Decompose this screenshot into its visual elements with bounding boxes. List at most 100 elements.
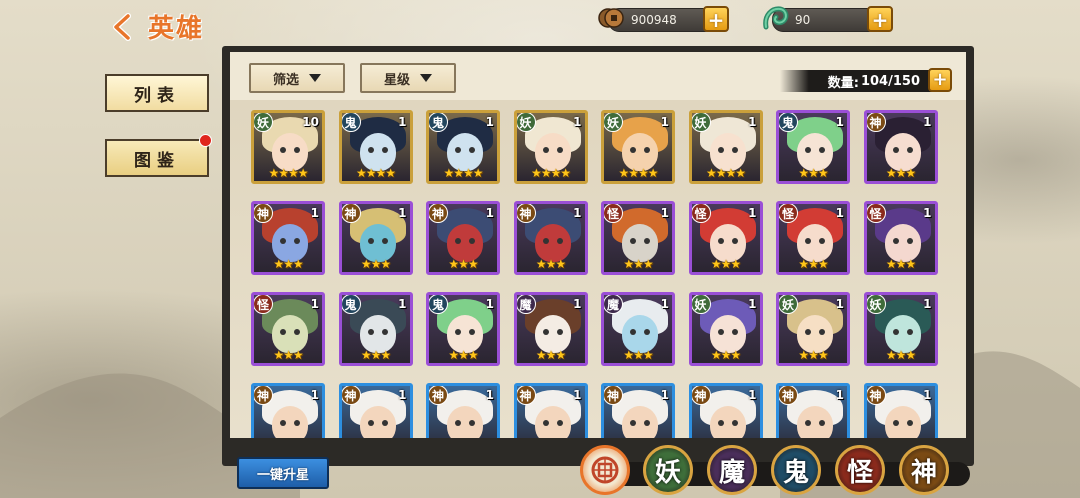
- hero-level: 1: [573, 115, 582, 129]
- hero-stars: ★★★: [798, 348, 828, 362]
- hero-card[interactable]: 鬼 1 ★★★: [426, 292, 500, 366]
- hero-type-badge: 神: [779, 386, 798, 405]
- hero-level: 1: [485, 388, 494, 402]
- filter-all-button[interactable]: [580, 445, 630, 495]
- filter-mo-button[interactable]: 魔: [707, 445, 757, 495]
- tab-list[interactable]: 列表: [105, 74, 209, 112]
- hero-card[interactable]: 魔 1 ★★★: [513, 292, 588, 366]
- tab-list-label: 列表: [134, 85, 180, 106]
- hero-level: 1: [748, 115, 757, 129]
- hero-stars: ★★★: [710, 348, 741, 362]
- hero-level: 1: [310, 206, 319, 220]
- hero-card[interactable]: 魔 1 ★★★: [601, 292, 675, 366]
- hero-type-badge: 鬼: [429, 295, 448, 314]
- hero-card[interactable]: 妖 1 ★★★★: [688, 110, 763, 184]
- hero-type-badge: 神: [604, 386, 623, 405]
- gems-value: 90: [795, 13, 811, 27]
- hero-card[interactable]: 鬼 1 ★★★: [338, 292, 413, 366]
- page-title-text: 英雄: [148, 13, 205, 44]
- filter-guai-button[interactable]: 怪: [835, 445, 885, 495]
- hero-card[interactable]: 神1: [776, 383, 850, 438]
- hero-type-badge: 怪: [691, 204, 711, 223]
- page-title: 英雄: [148, 6, 218, 46]
- add-gems-button[interactable]: +: [867, 6, 893, 32]
- hero-card[interactable]: 神 1 ★★★: [426, 201, 500, 275]
- hero-type-badge: 怪: [779, 204, 798, 223]
- star-dropdown[interactable]: 星级: [360, 63, 456, 93]
- hero-type-badge: 妖: [691, 113, 711, 132]
- hero-level: 1: [923, 206, 932, 220]
- hero-level: 1: [485, 115, 494, 129]
- filter-dropdown[interactable]: 筛选: [249, 63, 345, 93]
- hero-level: 1: [923, 115, 932, 129]
- hero-level: 1: [398, 297, 407, 311]
- filter-gui-button[interactable]: 鬼: [771, 445, 821, 495]
- filter-yao-button[interactable]: 妖: [643, 445, 693, 495]
- hero-level: 1: [573, 388, 582, 402]
- hero-card[interactable]: 神1: [426, 383, 500, 438]
- hero-card[interactable]: 妖 1 ★★★★: [513, 110, 588, 184]
- tab-codex[interactable]: 图鉴: [105, 139, 209, 177]
- hero-level: 1: [573, 206, 582, 220]
- hero-card[interactable]: 神1: [251, 383, 325, 438]
- hero-type-badge: 妖: [691, 295, 711, 314]
- hero-type-badge: 神: [429, 386, 448, 405]
- hero-stars: ★★★: [273, 257, 303, 271]
- hero-card[interactable]: 神1: [513, 383, 588, 438]
- hero-type-badge: 怪: [254, 295, 273, 314]
- hero-card[interactable]: 神1: [338, 383, 413, 438]
- hero-type-badge: 怪: [604, 204, 623, 223]
- filter-label: 鬼: [782, 457, 809, 488]
- hero-level: 1: [835, 297, 844, 311]
- hero-level: 1: [398, 206, 407, 220]
- filter-label: 妖: [654, 457, 681, 488]
- hero-card[interactable]: 神1: [863, 383, 938, 438]
- expand-capacity-button[interactable]: +: [928, 68, 952, 92]
- hero-card[interactable]: 怪 1 ★★★: [776, 201, 850, 275]
- hero-card[interactable]: 神1: [601, 383, 675, 438]
- add-coins-button[interactable]: +: [703, 6, 729, 32]
- hero-card[interactable]: 妖 1 ★★★: [688, 292, 763, 366]
- hero-card[interactable]: 妖 1 ★★★★: [601, 110, 675, 184]
- hero-card[interactable]: 妖 1 ★★★: [776, 292, 850, 366]
- caret-down-icon: [420, 74, 432, 82]
- hero-level: 1: [923, 297, 932, 311]
- hero-card[interactable]: 鬼 1 ★★★★: [338, 110, 413, 184]
- hero-card[interactable]: 鬼 1 ★★★★: [426, 110, 500, 184]
- hero-card[interactable]: 怪 1 ★★★: [688, 201, 763, 275]
- one-click-upstar-button[interactable]: 一键升星: [237, 457, 329, 489]
- filter-shen-button[interactable]: 神: [899, 445, 949, 495]
- hero-type-badge: 鬼: [341, 113, 361, 132]
- hero-type-badge: 鬼: [779, 113, 798, 132]
- hero-type-badge: 妖: [866, 295, 886, 314]
- hero-stars: ★★★: [448, 257, 478, 271]
- hero-card[interactable]: 神1: [688, 383, 763, 438]
- hero-card[interactable]: 鬼 1 ★★★: [776, 110, 850, 184]
- hero-stars: ★★★: [798, 257, 828, 271]
- hero-card[interactable]: 神 1 ★★★: [863, 110, 938, 184]
- hero-grid: 妖 10 ★★★★ 鬼 1 ★★★★ 鬼 1 ★★★★ 妖 1 ★★★★ 妖 1 ★★★★ 妖 1 ★★★★ 鬼 1 ★…: [249, 110, 939, 438]
- hero-card[interactable]: 神 1 ★★★: [513, 201, 588, 275]
- hero-stars: ★★★: [623, 348, 653, 362]
- hero-card[interactable]: 怪 1 ★★★: [251, 292, 325, 366]
- hero-stars: ★★★★: [268, 166, 308, 180]
- filter-dropdown-label: 筛选: [272, 72, 299, 88]
- hero-type-badge: 妖: [604, 113, 623, 132]
- hero-level: 1: [573, 297, 582, 311]
- hero-level: 1: [485, 206, 494, 220]
- hero-stars: ★★★★: [355, 166, 396, 180]
- hero-count-value: 104/150: [860, 73, 920, 89]
- hero-level: 1: [310, 297, 319, 311]
- hero-stars: ★★★: [535, 348, 566, 362]
- hero-card[interactable]: 妖 10 ★★★★: [251, 110, 325, 184]
- hero-card[interactable]: 怪 1 ★★★: [863, 201, 938, 275]
- back-button[interactable]: [103, 10, 143, 44]
- caret-down-icon: [309, 74, 321, 82]
- hero-stars: ★★★★: [618, 166, 658, 180]
- hero-card[interactable]: 神 1 ★★★: [338, 201, 413, 275]
- hero-card[interactable]: 神 1 ★★★: [251, 201, 325, 275]
- hero-level: 1: [660, 297, 669, 311]
- hero-card[interactable]: 怪 1 ★★★: [601, 201, 675, 275]
- hero-stars: ★★★: [798, 166, 828, 180]
- hero-card[interactable]: 妖 1 ★★★: [863, 292, 938, 366]
